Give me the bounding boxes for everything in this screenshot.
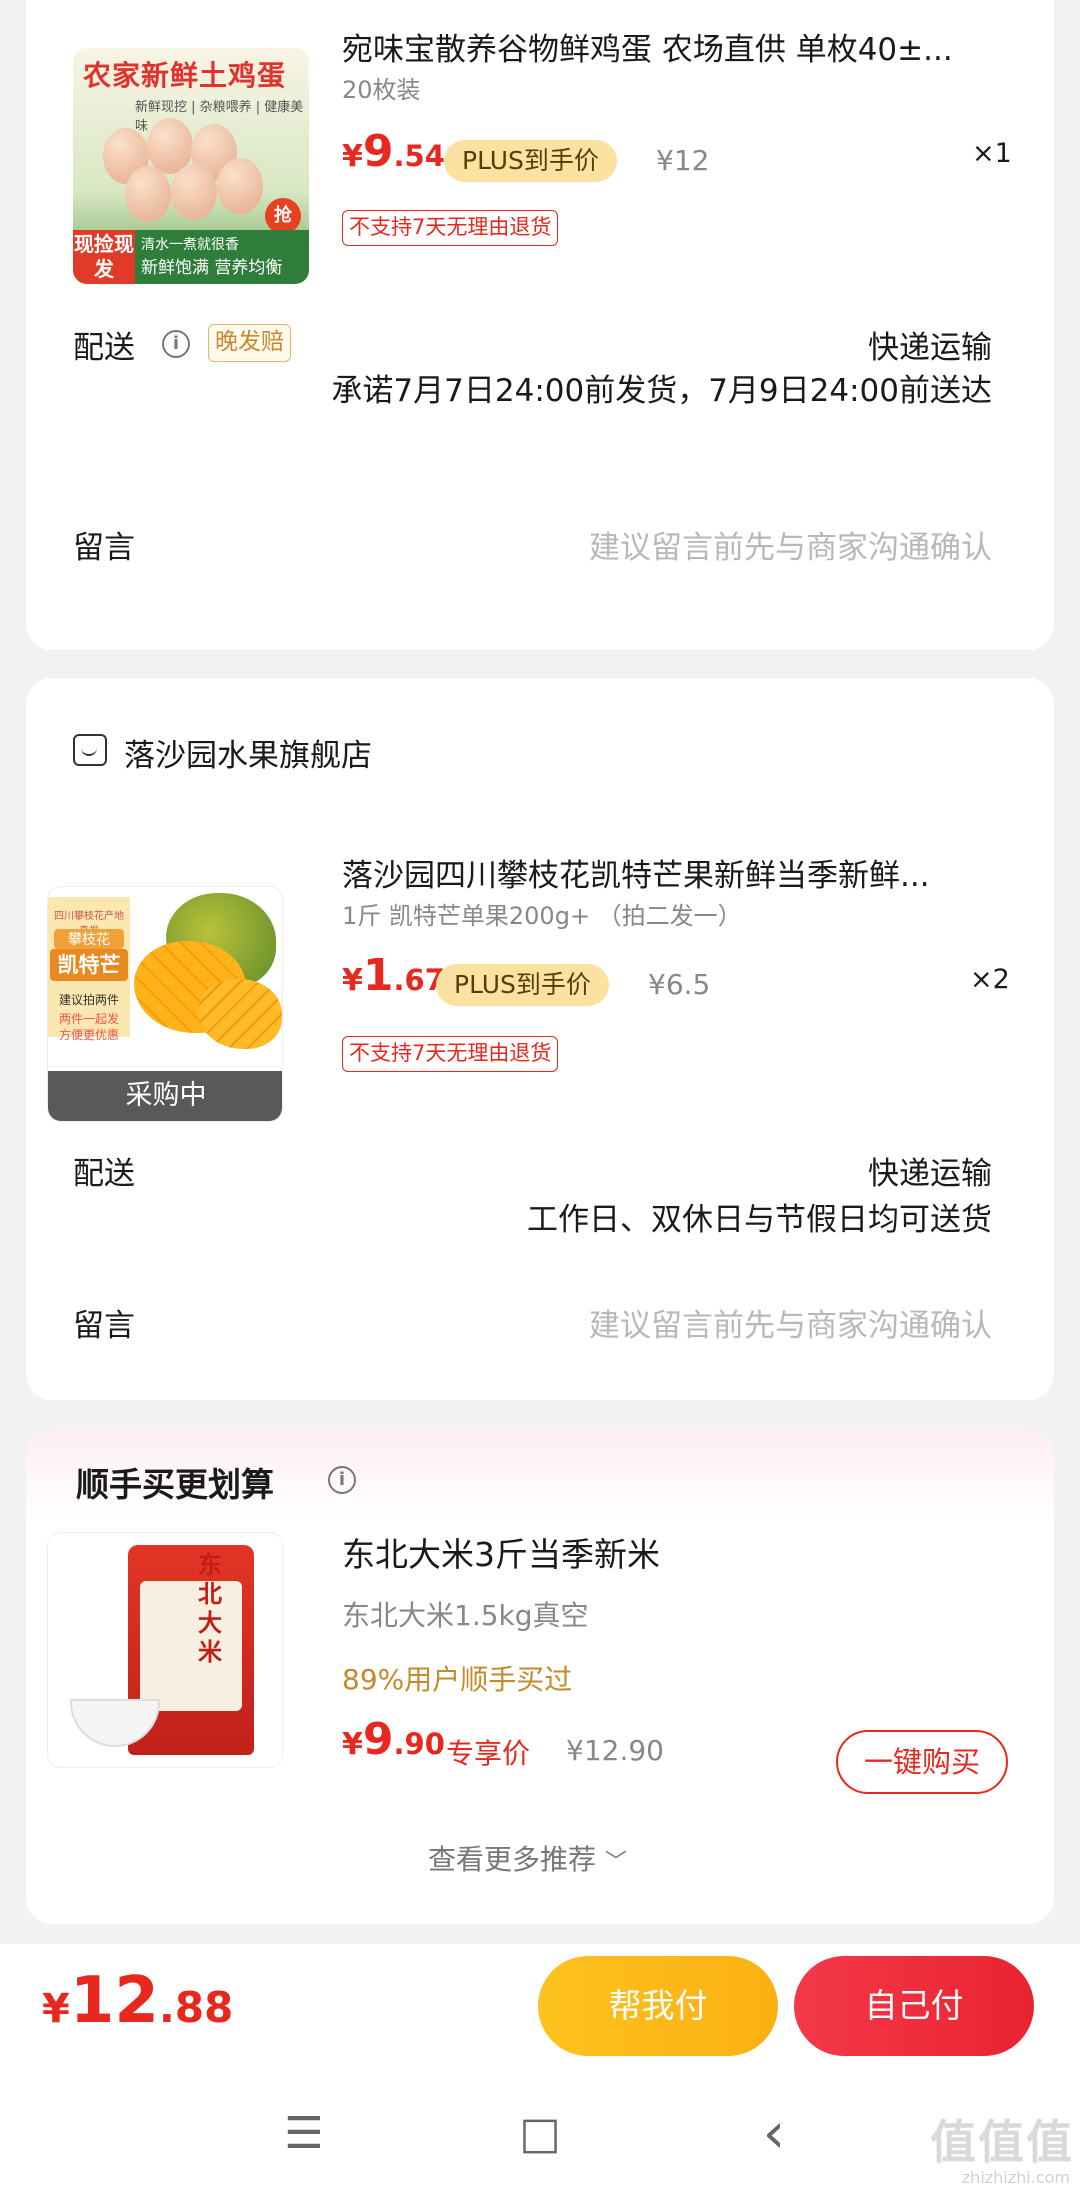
order-item-card-eggs: 农家新鲜土鸡蛋 新鲜现挖 | 杂粮喂养 | 健康美味 抢 现捡现发 清水一煮就很… [26, 0, 1054, 650]
delivery-label: 配送 [73, 330, 135, 366]
one-click-buy-button[interactable]: 一键购买 [836, 1730, 1008, 1794]
thumb-banner-text: 农家新鲜土鸡蛋 [83, 59, 287, 92]
message-label: 留言 [73, 530, 135, 566]
thumb-label-a: 攀枝花 [54, 929, 124, 949]
late-compensation-tag: 晚发赔 [208, 324, 291, 362]
product-title[interactable]: 落沙园四川攀枝花凯特芒果新鲜当季新鲜... [342, 850, 1012, 895]
watermark-url: zhizhizhi.com [961, 2168, 1070, 2187]
plus-price-badge: PLUS到手价 [444, 140, 617, 182]
egg-shape [171, 164, 217, 220]
price-integer: 9 [362, 1714, 394, 1765]
total-decimal: .88 [158, 1983, 234, 2032]
delivery-method[interactable]: 快递运输 [868, 322, 992, 367]
product-price: ¥1.67 [342, 950, 445, 1001]
product-price: ¥9.90 [342, 1714, 445, 1765]
product-thumbnail-mango[interactable]: 四川攀枝花产地直发 攀枝花 凯特芒 建议拍两件 两件一起发 方便更优惠 采购中 [47, 886, 283, 1122]
quantity: ×1 [972, 138, 1012, 169]
see-more-label: 查看更多推荐 [428, 1843, 597, 1876]
product-spec[interactable]: 1斤 凯特芒单果200g+ （拍二发一） [342, 896, 742, 931]
see-more-recommendations[interactable]: 查看更多推荐 ﹀ [428, 1838, 627, 1878]
recommend-title: 顺手买更划算 [76, 1465, 274, 1504]
original-price: ¥12 [656, 144, 710, 177]
product-title[interactable]: 东北大米3斤当季新米 [342, 1528, 660, 1576]
product-spec: 东北大米1.5kg真空 [342, 1599, 589, 1632]
thumb-label-d: 两件一起发 方便更优惠 [58, 1012, 119, 1042]
thumb-label-c: 建议拍两件 [58, 993, 119, 1007]
thumb-label-panel: 四川攀枝花产地直发 攀枝花 凯特芒 建议拍两件 两件一起发 方便更优惠 [48, 897, 130, 1042]
home-icon[interactable]: □ [510, 2104, 570, 2164]
delivery-promise: 工作日、双休日与节假日均可送货 [527, 1202, 992, 1238]
fire-badge-icon: 抢 [265, 198, 301, 234]
message-label: 留言 [73, 1308, 135, 1344]
plus-price-badge: PLUS到手价 [436, 964, 609, 1006]
product-thumbnail-rice[interactable]: 东北大米 [47, 1532, 283, 1768]
info-icon[interactable]: i [328, 1466, 356, 1494]
egg-shape [125, 166, 171, 222]
delivery-promise: 承诺7月7日24:00前发货，7月9日24:00前送达 [331, 373, 992, 409]
total-integer: 12 [69, 1964, 159, 2038]
egg-shape [217, 158, 263, 214]
price-currency: ¥ [342, 1727, 363, 1762]
thumb-bar-line2: 新鲜饱满 营养均衡 [141, 258, 283, 278]
message-input[interactable]: 建议留言前先与商家沟通确认 [589, 1300, 992, 1345]
purchasing-status-ribbon: 采购中 [48, 1071, 282, 1121]
watermark-logo: 值值值 [930, 2115, 1074, 2169]
price-currency: ¥ [342, 139, 363, 174]
total-currency: ¥ [42, 1986, 70, 2032]
menu-icon[interactable]: ☰ [274, 2104, 334, 2164]
thumb-label-b: 凯特芒 [50, 949, 128, 981]
checkout-bar: ¥12.88 帮我付 自己付 [0, 1944, 1080, 2074]
info-icon[interactable]: i [162, 330, 190, 358]
rice-bag-label [140, 1581, 242, 1711]
exclusive-price-label: 专享价 [446, 1737, 531, 1770]
product-spec[interactable]: 20枚装 [342, 70, 421, 105]
message-input[interactable]: 建议留言前先与商家沟通确认 [589, 522, 992, 567]
delivery-label: 配送 [73, 1156, 135, 1192]
price-integer: 9 [362, 126, 394, 177]
price-currency: ¥ [342, 963, 363, 998]
quantity: ×2 [970, 964, 1010, 995]
price-integer: 1 [362, 950, 394, 1001]
pay-myself-button[interactable]: 自己付 [794, 1956, 1034, 2056]
thumb-tag: 现捡现发 [73, 230, 135, 284]
help-me-pay-button[interactable]: 帮我付 [538, 1956, 778, 2056]
store-icon [73, 734, 107, 766]
thumb-bar-line1: 清水一煮就很香 [141, 237, 239, 253]
original-price: ¥12.90 [566, 1734, 664, 1767]
total-price: ¥12.88 [42, 1964, 233, 2038]
no-return-tag: 不支持7天无理由退货 [342, 1036, 559, 1072]
chevron-down-icon: ﹀ [604, 1850, 627, 1875]
price-decimal: .54 [393, 139, 445, 173]
system-navigation-bar: ☰ □ ‹ [0, 2074, 1080, 2193]
thumb-bar: 清水一煮就很香 新鲜饱满 营养均衡 [135, 230, 309, 284]
product-title[interactable]: 宛味宝散养谷物鲜鸡蛋 农场直供 单枚40±... [342, 24, 1012, 69]
back-icon[interactable]: ‹ [744, 2104, 804, 2164]
price-decimal: .90 [393, 1727, 445, 1761]
no-return-tag: 不支持7天无理由退货 [342, 210, 559, 246]
original-price: ¥6.5 [648, 968, 711, 1001]
product-thumbnail-eggs[interactable]: 农家新鲜土鸡蛋 新鲜现挖 | 杂粮喂养 | 健康美味 抢 现捡现发 清水一煮就很… [73, 48, 309, 284]
rice-bag-text: 东北大米 [198, 1551, 222, 1666]
mango-shape [198, 979, 282, 1049]
store-name[interactable]: 落沙园水果旗舰店 [124, 730, 372, 775]
delivery-method[interactable]: 快递运输 [868, 1148, 992, 1193]
sold-rate: 89%用户顺手买过 [342, 1663, 573, 1696]
product-price: ¥9.54 [342, 126, 445, 177]
